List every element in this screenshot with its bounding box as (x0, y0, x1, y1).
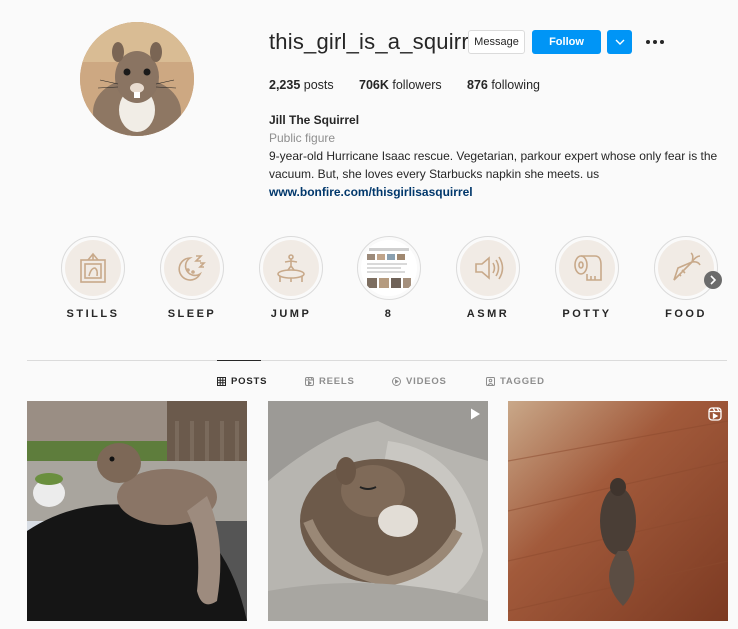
followers-count-label: followers (388, 78, 442, 92)
followers-count-value: 706K (359, 78, 389, 92)
tab-label: VIDEOS (406, 376, 447, 387)
speaker-icon (475, 256, 504, 280)
tag-icon (486, 377, 495, 386)
active-tab-indicator (217, 360, 261, 361)
dot-icon (660, 40, 664, 44)
posts-count-label: posts (300, 78, 334, 92)
tabs-divider (27, 360, 727, 361)
highlight-label: 8 (384, 308, 394, 320)
following-count-label: following (487, 78, 540, 92)
bio-category: Public figure (269, 131, 336, 145)
moon-zzz-icon (178, 255, 206, 281)
tab-tagged[interactable]: TAGGED (486, 376, 545, 387)
post-thumbnail[interactable] (508, 401, 728, 621)
squirrel-on-floor-photo (508, 401, 728, 621)
play-icon (471, 408, 480, 420)
tab-reels[interactable]: REELS (305, 376, 355, 387)
post-thumbnail[interactable] (268, 401, 488, 621)
highlight-jump[interactable]: JUMP (259, 236, 323, 320)
reels-icon (305, 377, 314, 386)
trampoline-icon (277, 254, 305, 282)
tab-label: POSTS (231, 376, 268, 387)
profile-username: this_girl_is_a_squirrel (269, 29, 487, 54)
bio-full-name: Jill The Squirrel (269, 113, 360, 127)
toilet-paper-icon (574, 255, 602, 281)
highlight-8[interactable]: 8 (357, 236, 421, 320)
highlight-label: ASMR (466, 308, 510, 320)
highlight-label: FOOD (665, 308, 707, 320)
carrot-icon (673, 252, 701, 281)
dot-icon (653, 40, 657, 44)
following-count-value: 876 (467, 78, 488, 92)
posts-count: 2,235 posts (269, 78, 334, 92)
highlight-label: STILLS (66, 308, 120, 320)
more-options-button[interactable] (644, 31, 666, 53)
video-badge (468, 407, 482, 421)
profile-bio: Jill The Squirrel Public figure 9-year-o… (269, 111, 719, 201)
picture-frame-icon (80, 252, 106, 283)
reel-badge (708, 407, 722, 421)
message-button[interactable]: Message (468, 30, 525, 54)
highlight-sleep[interactable]: SLEEP (160, 236, 224, 320)
tab-videos[interactable]: VIDEOS (392, 376, 447, 387)
highlight-potty[interactable]: POTTY (555, 236, 619, 320)
squirrel-on-shoulder-photo (27, 401, 247, 621)
chevron-right-icon (710, 275, 717, 285)
photo-collage-thumbnail (361, 240, 417, 296)
grid-icon (217, 377, 226, 386)
highlight-label: POTTY (562, 308, 612, 320)
highlight-label: JUMP (270, 308, 312, 320)
following-link[interactable]: 876 following (467, 78, 540, 92)
chevron-down-icon (615, 39, 624, 45)
highlight-stills[interactable]: STILLS (61, 236, 125, 320)
profile-avatar[interactable] (80, 22, 194, 136)
posts-count-value: 2,235 (269, 78, 301, 92)
suggested-accounts-button[interactable] (607, 30, 632, 54)
highlight-label: SLEEP (167, 308, 217, 320)
play-circle-icon (392, 377, 401, 386)
tab-label: REELS (319, 376, 355, 387)
tab-posts[interactable]: POSTS (217, 376, 267, 387)
highlight-asmr[interactable]: ASMR (456, 236, 520, 320)
post-thumbnail[interactable] (27, 401, 247, 621)
followers-link[interactable]: 706K followers (359, 78, 442, 92)
follow-button[interactable]: Follow (532, 30, 601, 54)
highlights-next-button[interactable] (704, 271, 722, 289)
dot-icon (646, 40, 650, 44)
sleeping-squirrel-photo (268, 401, 488, 621)
reels-icon (708, 407, 722, 421)
tab-label: TAGGED (500, 376, 545, 387)
bio-text: 9-year-old Hurricane Isaac rescue. Veget… (269, 149, 718, 181)
bio-external-link[interactable]: www.bonfire.com/thisgirlisasquirrel (269, 183, 719, 201)
